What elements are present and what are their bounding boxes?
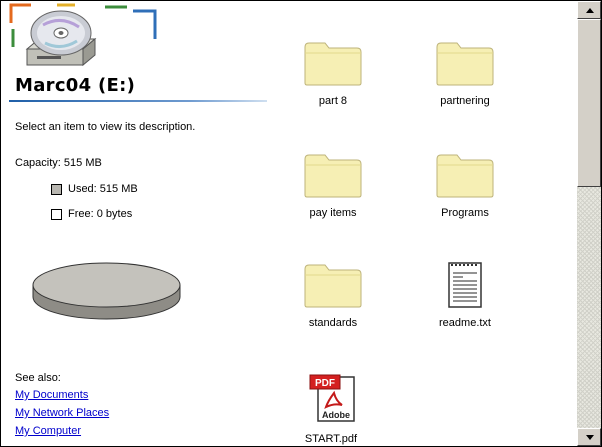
free-swatch bbox=[51, 208, 62, 220]
file-name: part 8 bbox=[318, 95, 348, 107]
folder-icon bbox=[436, 42, 494, 86]
my-documents-link[interactable]: My Documents bbox=[15, 389, 88, 401]
free-legend: Free: 0 bytes bbox=[51, 208, 132, 220]
used-swatch bbox=[51, 183, 62, 195]
drive-title: Marc04 (E:) bbox=[15, 75, 136, 96]
file-name: START.pdf bbox=[304, 433, 358, 445]
used-legend: Used: 515 MB bbox=[51, 183, 138, 195]
file-item[interactable]: readme.txt bbox=[415, 259, 515, 329]
capacity-label: Capacity: 515 MB bbox=[15, 157, 102, 169]
file-name: readme.txt bbox=[439, 317, 491, 329]
scroll-down-button[interactable] bbox=[577, 428, 601, 446]
folder-icon bbox=[436, 154, 494, 198]
file-item[interactable]: part 8 bbox=[283, 39, 383, 107]
up-arrow-icon bbox=[586, 8, 594, 13]
svg-text:PDF: PDF bbox=[315, 378, 335, 389]
file-item[interactable]: standards bbox=[283, 261, 383, 329]
see-also-heading: See also: bbox=[15, 372, 61, 384]
file-item[interactable]: partnering bbox=[415, 39, 515, 107]
scroll-up-button[interactable] bbox=[577, 1, 601, 19]
file-name: partnering bbox=[440, 95, 490, 107]
used-label: Used: 515 MB bbox=[68, 183, 138, 195]
cd-drive-icon bbox=[9, 3, 157, 67]
down-arrow-icon bbox=[586, 435, 594, 440]
vertical-scrollbar[interactable] bbox=[577, 1, 601, 446]
folder-icon bbox=[304, 42, 362, 86]
file-item[interactable]: pay items bbox=[283, 151, 383, 219]
file-item[interactable]: Programs bbox=[415, 151, 515, 219]
explorer-window: Marc04 (E:) Select an item to view its d… bbox=[0, 0, 602, 447]
details-panel: Marc04 (E:) Select an item to view its d… bbox=[1, 1, 273, 446]
file-item[interactable]: PDF Adobe START.pdf bbox=[281, 373, 381, 445]
file-name: pay items bbox=[309, 207, 357, 219]
title-divider bbox=[9, 100, 267, 102]
selection-description: Select an item to view its description. bbox=[15, 121, 196, 133]
svg-text:Adobe: Adobe bbox=[322, 410, 350, 420]
folder-icon bbox=[304, 264, 362, 308]
scroll-thumb[interactable] bbox=[577, 19, 601, 187]
my-network-places-link[interactable]: My Network Places bbox=[15, 407, 109, 419]
text-file-icon bbox=[448, 262, 482, 308]
file-name: standards bbox=[308, 317, 358, 329]
free-label: Free: 0 bytes bbox=[68, 208, 133, 220]
folder-icon bbox=[304, 154, 362, 198]
file-name: Programs bbox=[441, 207, 489, 219]
capacity-pie-chart bbox=[32, 262, 181, 320]
pdf-file-icon: PDF Adobe bbox=[309, 374, 355, 422]
my-computer-link[interactable]: My Computer bbox=[15, 425, 81, 437]
